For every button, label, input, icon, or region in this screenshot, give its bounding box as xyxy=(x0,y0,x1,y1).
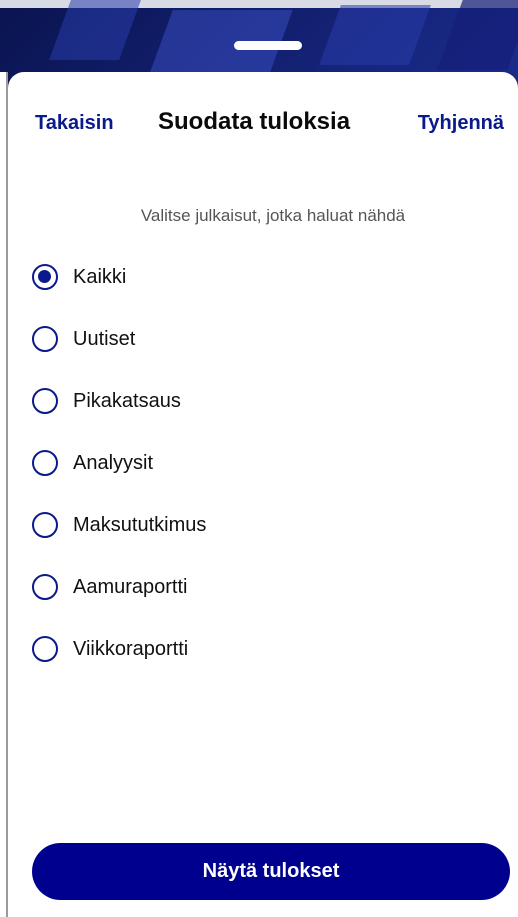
sheet-drag-handle[interactable] xyxy=(234,41,302,50)
option-label: Pikakatsaus xyxy=(73,390,181,412)
background-edge xyxy=(0,72,8,917)
radio-button-selected[interactable] xyxy=(32,264,58,290)
publication-options: Kaikki Uutiset Pikakatsaus Analyysit Mak… xyxy=(32,258,502,692)
radio-button[interactable] xyxy=(32,512,58,538)
option-label: Kaikki xyxy=(73,266,127,288)
option-label: Uutiset xyxy=(73,328,136,350)
filter-sheet: Takaisin Suodata tuloksia Tyhjennä Valit… xyxy=(8,72,518,917)
radio-button[interactable] xyxy=(32,388,58,414)
page-title: Suodata tuloksia xyxy=(158,108,351,135)
option-label: Viikkoraportti xyxy=(73,638,189,660)
radio-button[interactable] xyxy=(32,450,58,476)
option-pikakatsaus[interactable]: Pikakatsaus xyxy=(32,382,502,444)
option-label: Analyysit xyxy=(73,452,154,474)
option-uutiset[interactable]: Uutiset xyxy=(32,320,502,382)
clear-button[interactable]: Tyhjennä xyxy=(418,112,504,135)
back-button[interactable]: Takaisin xyxy=(35,112,114,135)
sheet-header: Takaisin Suodata tuloksia Tyhjennä xyxy=(8,108,518,144)
show-results-button[interactable]: Näytä tulokset xyxy=(32,843,510,900)
radio-button[interactable] xyxy=(32,636,58,662)
option-kaikki[interactable]: Kaikki xyxy=(32,258,502,320)
instruction-text: Valitse julkaisut, jotka haluat nähdä xyxy=(140,206,406,225)
option-analyysit[interactable]: Analyysit xyxy=(32,444,502,506)
option-label: Aamuraportti xyxy=(73,576,188,598)
option-viikkoraportti[interactable]: Viikkoraportti xyxy=(32,630,502,692)
radio-button[interactable] xyxy=(32,574,58,600)
radio-button[interactable] xyxy=(32,326,58,352)
option-maksututkimus[interactable]: Maksututkimus xyxy=(32,506,502,568)
option-label: Maksututkimus xyxy=(73,514,207,536)
option-aamuraportti[interactable]: Aamuraportti xyxy=(32,568,502,630)
app-screen: Takaisin Suodata tuloksia Tyhjennä Valit… xyxy=(0,0,518,917)
